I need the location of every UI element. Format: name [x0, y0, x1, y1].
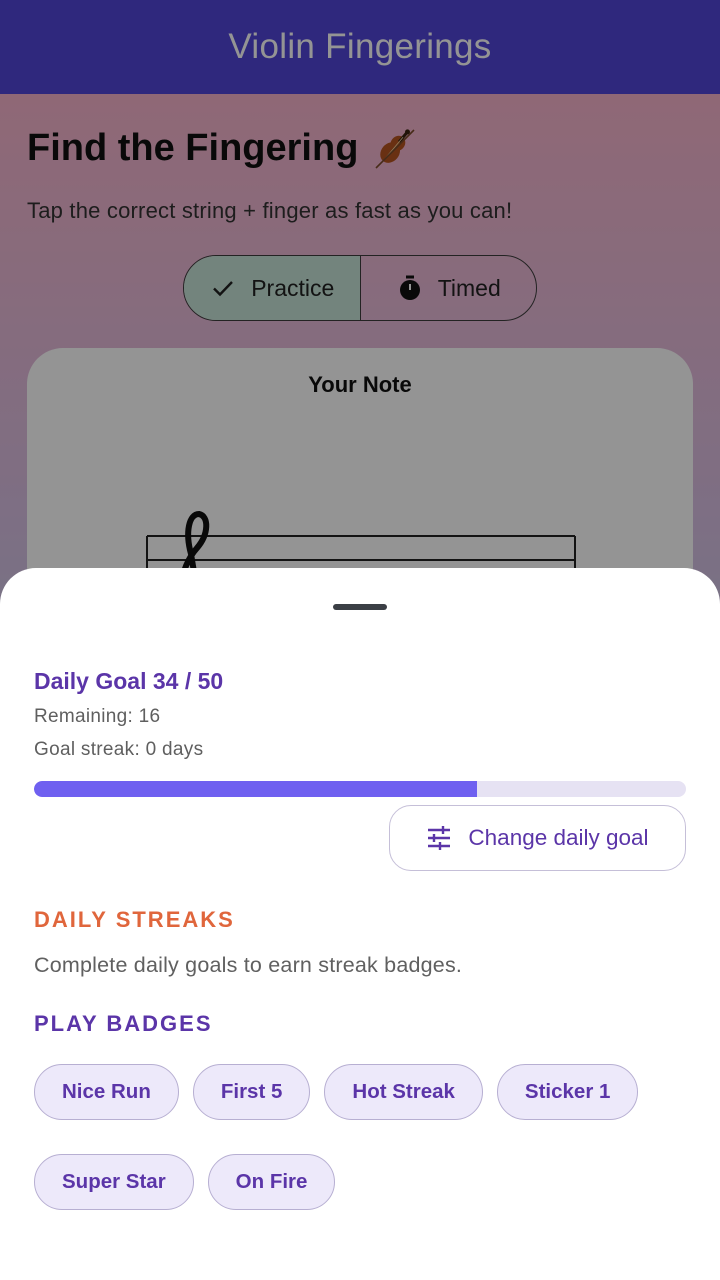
- badge-row: Super Star On Fire: [34, 1154, 336, 1210]
- change-daily-goal-label: Change daily goal: [468, 825, 649, 850]
- badge-nice-run[interactable]: Nice Run: [34, 1064, 179, 1120]
- daily-streaks-heading: DAILY STREAKS: [34, 907, 235, 932]
- badge-first-5[interactable]: First 5: [192, 1064, 311, 1120]
- change-daily-goal-button[interactable]: Change daily goal: [389, 805, 686, 871]
- tune-icon: [428, 826, 451, 850]
- badge-sticker-1[interactable]: Sticker 1: [496, 1064, 639, 1120]
- badge-super-star[interactable]: Super Star: [34, 1154, 194, 1210]
- goal-progress-fill: [34, 781, 478, 797]
- badge-on-fire[interactable]: On Fire: [207, 1154, 336, 1210]
- goal-bottom-sheet: Daily Goal 34 / 50 Remaining: 16 Goal st…: [0, 568, 720, 1280]
- badge-row: Nice Run First 5 Hot Streak Sticker 1: [34, 1064, 639, 1120]
- goal-remaining: Remaining: 16: [34, 706, 161, 727]
- badge-hot-streak[interactable]: Hot Streak: [324, 1064, 483, 1120]
- drag-handle[interactable]: [333, 604, 387, 610]
- play-badges-heading: PLAY BADGES: [34, 1011, 213, 1036]
- goal-streak: Goal streak: 0 days: [34, 739, 204, 760]
- goal-progress-bar: [34, 781, 686, 797]
- daily-goal-title: Daily Goal 34 / 50: [34, 668, 224, 694]
- daily-streaks-description: Complete daily goals to earn streak badg…: [34, 953, 463, 977]
